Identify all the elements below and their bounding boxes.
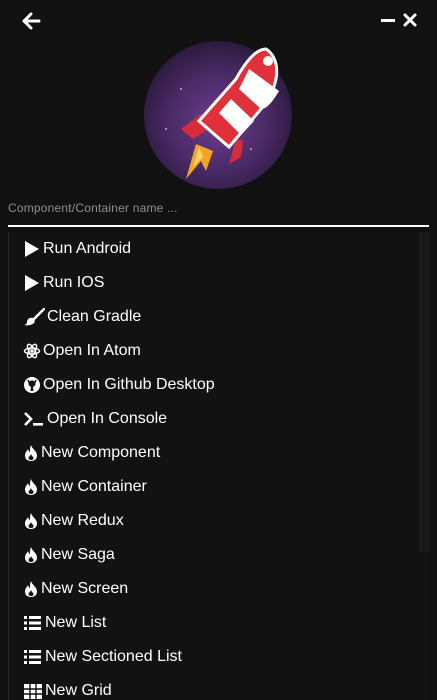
app-logo — [141, 39, 295, 191]
back-button[interactable] — [22, 11, 42, 31]
close-button[interactable] — [402, 11, 418, 31]
minimize-icon — [381, 19, 395, 22]
flame-icon — [23, 580, 39, 598]
command-list: Run Android Run IOS Clean Gradle Open In… — [8, 232, 430, 700]
menu-item-label: New Saga — [41, 546, 115, 563]
menu-item-run-ios[interactable]: Run IOS — [23, 266, 104, 300]
menu-item-label: New List — [45, 614, 107, 631]
scrollbar[interactable] — [420, 232, 430, 552]
menu-item-label: Open In Atom — [43, 342, 141, 359]
arrow-left-icon — [22, 12, 41, 30]
minimize-button[interactable] — [380, 11, 396, 31]
terminal-icon — [23, 410, 45, 428]
menu-item-new-grid[interactable]: New Grid — [23, 674, 112, 700]
menu-item-label: Clean Gradle — [47, 308, 142, 325]
flame-icon — [23, 444, 39, 462]
menu-item-label: Open In Console — [47, 410, 168, 427]
menu-item-new-sectioned-list[interactable]: New Sectioned List — [23, 640, 182, 674]
menu-item-run-android[interactable]: Run Android — [23, 232, 131, 266]
menu-item-label: New Grid — [45, 682, 112, 699]
search-field — [8, 196, 429, 227]
menu-item-label: Run Android — [43, 240, 132, 257]
menu-item-new-saga[interactable]: New Saga — [23, 538, 115, 572]
flame-icon — [23, 546, 39, 564]
menu-item-new-redux[interactable]: New Redux — [23, 504, 124, 538]
menu-item-label: Open In Github Desktop — [43, 376, 215, 393]
menu-item-new-component[interactable]: New Component — [23, 436, 160, 470]
menu-item-open-atom[interactable]: Open In Atom — [23, 334, 141, 368]
close-icon — [403, 13, 417, 27]
grid-icon — [23, 682, 43, 700]
menu-item-new-screen[interactable]: New Screen — [23, 572, 128, 606]
play-icon — [23, 240, 41, 258]
paint-brush-icon — [23, 308, 45, 326]
menu-item-open-console[interactable]: Open In Console — [23, 402, 167, 436]
menu-item-new-container[interactable]: New Container — [23, 470, 147, 504]
title-bar — [0, 0, 437, 40]
menu-item-label: New Sectioned List — [45, 648, 182, 665]
play-icon — [23, 274, 41, 292]
github-icon — [23, 376, 41, 394]
list-icon — [23, 614, 43, 632]
menu-item-label: New Component — [41, 444, 161, 461]
flame-icon — [23, 478, 39, 496]
flame-icon — [23, 512, 39, 530]
menu-item-label: New Redux — [41, 512, 124, 529]
menu-item-clean-gradle[interactable]: Clean Gradle — [23, 300, 141, 334]
rocket-logo-icon — [144, 41, 292, 189]
list-icon — [23, 648, 43, 666]
menu-item-label: New Container — [41, 478, 147, 495]
menu-item-open-github-desktop[interactable]: Open In Github Desktop — [23, 368, 215, 402]
menu-item-label: Run IOS — [43, 274, 105, 291]
menu-item-new-list[interactable]: New List — [23, 606, 106, 640]
menu-item-label: New Screen — [41, 580, 129, 597]
atom-icon — [23, 342, 41, 360]
component-name-input[interactable] — [8, 196, 429, 220]
